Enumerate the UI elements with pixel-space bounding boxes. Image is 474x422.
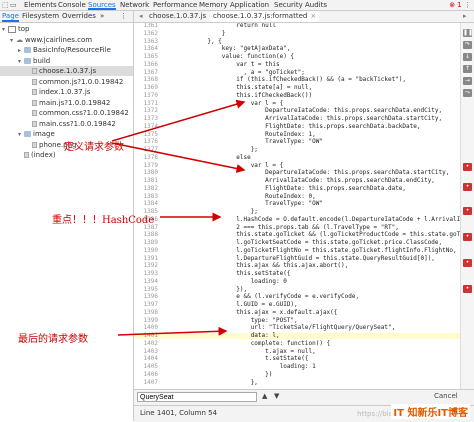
annotation-hashcode: 重点！！！HashCode <box>52 215 155 226</box>
arrow-final-params <box>117 326 228 336</box>
annotation-final-params: 最后的请求参数 <box>18 334 88 345</box>
arrow-define-params-2 <box>111 142 246 173</box>
watermark-logo: IT 知新乐IT博客 <box>391 404 470 419</box>
arrow-define-params-1 <box>111 99 246 142</box>
annotation-define-params: 定义请求参数 <box>64 142 124 153</box>
